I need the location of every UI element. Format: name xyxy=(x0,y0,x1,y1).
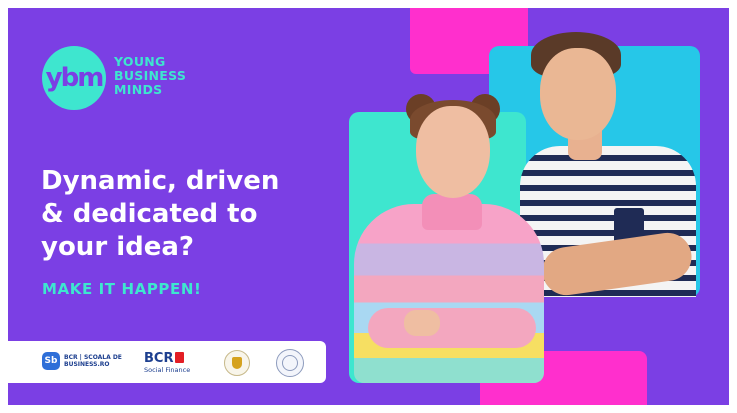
brand-word: BUSINESS xyxy=(114,68,187,83)
seal-ring-icon xyxy=(282,355,298,371)
scoala-de-business-logo: Sb xyxy=(42,352,60,370)
headline: Dynamic, driven & dedicated to your idea… xyxy=(41,165,341,264)
coat-of-arms-icon xyxy=(224,350,250,376)
scoala-line: BUSINESS.RO xyxy=(64,361,110,368)
boy-face xyxy=(540,48,616,140)
ybm-logo-mark: ybm xyxy=(45,63,105,93)
brand-wordmark: YOUNG BUSINESS MINDS xyxy=(114,55,186,97)
brand-word: MINDS xyxy=(114,82,163,97)
brand-word: YOUNG xyxy=(114,54,166,69)
bcr-flag-icon xyxy=(175,352,184,363)
scoala-line: BCR | SCOALA DE xyxy=(64,354,122,361)
ybm-logo: ybm xyxy=(42,46,106,110)
girl-face xyxy=(416,106,490,198)
girl-crossed-arms xyxy=(368,308,536,348)
girl-turtleneck xyxy=(422,194,482,230)
girl-striped-sweater xyxy=(354,204,544,383)
headline-line: your idea? xyxy=(41,232,194,262)
sponsor-strip: Sb BCR | SCOALA DE BUSINESS.RO BCR Socia… xyxy=(8,341,326,383)
crest-shield-icon xyxy=(232,357,242,369)
institution-seal-icon xyxy=(276,349,304,377)
headline-line: Dynamic, driven xyxy=(41,166,280,196)
bcr-social-finance-text: Social Finance xyxy=(144,366,191,374)
bcr-logo-text: BCR xyxy=(144,351,174,366)
call-to-action: MAKE IT HAPPEN! xyxy=(42,280,202,298)
headline-line: & dedicated to xyxy=(41,199,258,229)
promo-banner: ybm YOUNG BUSINESS MINDS Dynamic, driven… xyxy=(8,8,729,405)
girl-hand xyxy=(404,310,440,336)
scoala-de-business-text: BCR | SCOALA DE BUSINESS.RO xyxy=(64,354,122,368)
